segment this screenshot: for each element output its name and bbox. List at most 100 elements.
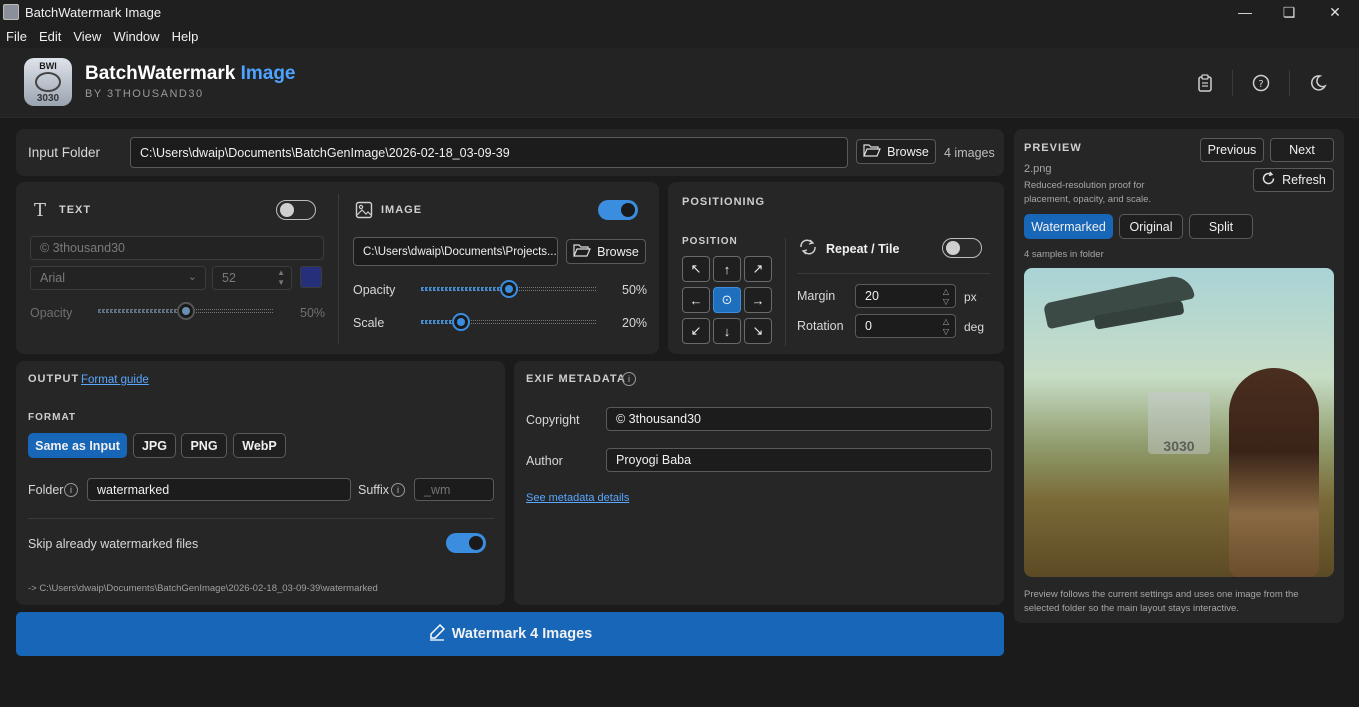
format-same-as-input[interactable]: Same as Input	[28, 433, 127, 458]
preview-footer: Preview follows the current settings and…	[1024, 589, 1299, 614]
app-icon	[3, 4, 19, 20]
output-folder-field[interactable]: watermarked	[87, 478, 351, 501]
format-webp[interactable]: WebP	[233, 433, 286, 458]
input-folder-label: Input Folder	[28, 145, 101, 160]
section-divider	[797, 273, 990, 274]
image-opacity-label: Opacity	[353, 283, 396, 297]
watermark-text-field[interactable]: © 3thousand30	[30, 236, 324, 260]
format-label: FORMAT	[28, 412, 77, 423]
position-top-left-button[interactable]: ↖	[682, 256, 710, 282]
position-bottom-right-button[interactable]: ↘	[744, 318, 772, 344]
samples-count: 4 samples in folder	[1024, 249, 1104, 260]
menu-view[interactable]: View	[67, 29, 107, 44]
suffix-label: Suffix	[358, 483, 390, 497]
spinner-icon[interactable]: △ ▽	[943, 317, 949, 337]
author-field[interactable]: Proyogi Baba	[606, 448, 992, 472]
refresh-button[interactable]: Refresh	[1253, 168, 1334, 192]
pen-icon	[428, 623, 446, 645]
menu-bar: File Edit View Window Help	[0, 24, 1359, 48]
text-opacity-value: 50%	[300, 306, 326, 320]
folder-open-icon	[863, 143, 882, 160]
logo-wheel-icon	[35, 71, 61, 92]
text-enable-toggle[interactable]	[276, 200, 316, 220]
format-png[interactable]: PNG	[181, 433, 227, 458]
margin-field[interactable]: 20 △ ▽	[855, 284, 956, 308]
spinner-icon[interactable]: △ ▽	[943, 287, 949, 307]
menu-edit[interactable]: Edit	[33, 29, 67, 44]
spinner-icon[interactable]: ▲ ▼	[277, 268, 285, 288]
close-icon[interactable]: ✕	[1312, 0, 1358, 24]
menu-help[interactable]: Help	[166, 29, 205, 44]
restore-icon[interactable]: ❏	[1266, 0, 1312, 24]
output-panel: OUTPUT Format guide FORMAT Same as Input…	[16, 361, 505, 605]
image-section-title: IMAGE	[381, 204, 423, 216]
app-brand: BatchWatermark Image	[85, 63, 296, 84]
minimize-icon[interactable]: —	[1222, 0, 1268, 24]
image-opacity-value: 50%	[622, 283, 648, 297]
font-select[interactable]: Arial ⌄	[30, 266, 206, 290]
preview-filename: 2.png	[1024, 163, 1052, 175]
image-scale-value: 20%	[622, 316, 648, 330]
refresh-icon	[1261, 171, 1276, 189]
image-browse-button[interactable]: Browse	[566, 239, 646, 264]
app-logo: BWI 3030	[24, 58, 72, 106]
skip-watermarked-label: Skip already watermarked files	[28, 537, 199, 551]
input-browse-button[interactable]: Browse	[856, 139, 936, 164]
font-size-field[interactable]: 52 ▲ ▼	[212, 266, 292, 290]
title-bar: BatchWatermark Image — ❏ ✕	[0, 0, 1359, 24]
menu-window[interactable]: Window	[107, 29, 165, 44]
watermark-source-panel: T TEXT © 3thousand30 Arial ⌄ 52 ▲ ▼ Opaci…	[16, 182, 659, 354]
previous-button[interactable]: Previous	[1200, 138, 1264, 162]
dark-mode-moon-icon[interactable]	[1307, 72, 1329, 94]
info-icon[interactable]: i	[64, 483, 78, 497]
rotation-field[interactable]: 0 △ ▽	[855, 314, 956, 338]
format-guide-link[interactable]: Format guide	[81, 374, 149, 386]
output-title: OUTPUT	[28, 373, 80, 385]
position-bottom-button[interactable]: ↓	[713, 318, 741, 344]
copyright-field[interactable]: © 3thousand30	[606, 407, 992, 431]
format-jpg[interactable]: JPG	[133, 433, 176, 458]
image-opacity-slider[interactable]	[421, 280, 596, 298]
folder-label: Folder	[28, 483, 64, 497]
positioning-title: POSITIONING	[682, 196, 766, 208]
menu-file[interactable]: File	[0, 29, 33, 44]
exif-title: EXIF METADATA	[526, 373, 626, 385]
margin-label: Margin	[797, 289, 836, 303]
skip-watermarked-toggle[interactable]	[446, 533, 486, 553]
text-color-swatch[interactable]	[300, 266, 322, 288]
text-opacity-slider[interactable]	[98, 302, 273, 320]
clipboard-icon[interactable]	[1194, 72, 1216, 94]
image-path-field[interactable]: C:\Users\dwaip\Documents\Projects...	[353, 237, 558, 266]
image-enable-toggle[interactable]	[598, 200, 638, 220]
section-divider	[338, 194, 339, 344]
repeat-tile-label: Repeat / Tile	[826, 242, 900, 256]
metadata-details-link[interactable]: See metadata details	[526, 492, 629, 504]
input-folder-path-field[interactable]: C:\Users\dwaip\Documents\BatchGenImage\2…	[130, 137, 848, 168]
info-icon[interactable]: i	[622, 372, 636, 386]
position-bottom-left-button[interactable]: ↙	[682, 318, 710, 344]
next-button[interactable]: Next	[1270, 138, 1334, 162]
tab-original[interactable]: Original	[1119, 214, 1183, 239]
position-top-button[interactable]: ↑	[713, 256, 741, 282]
margin-unit: px	[964, 290, 977, 304]
position-left-button[interactable]: ←	[682, 287, 710, 313]
position-label: POSITION	[682, 236, 738, 247]
app-header: BWI 3030 BatchWatermark Image BY 3THOUSA…	[0, 48, 1359, 118]
help-icon[interactable]: ?	[1250, 72, 1272, 94]
repeat-tile-toggle[interactable]	[942, 238, 982, 258]
header-divider	[1232, 70, 1233, 96]
position-right-button[interactable]: →	[744, 287, 772, 313]
position-center-button[interactable]: ⊙	[713, 287, 741, 313]
header-divider	[1289, 70, 1290, 96]
positioning-panel: POSITIONING POSITION ↖ ↑ ↗ ← ⊙ → ↙ ↓ ↘ Repeat / …	[668, 182, 1004, 354]
tab-split[interactable]: Split	[1189, 214, 1253, 239]
watermark-images-button[interactable]: Watermark 4 Images	[16, 612, 1004, 656]
tab-watermarked[interactable]: Watermarked	[1024, 214, 1113, 239]
info-icon[interactable]: i	[391, 483, 405, 497]
image-scale-slider[interactable]	[421, 313, 596, 331]
rotation-unit: deg	[964, 320, 985, 334]
preview-image: 3030	[1024, 268, 1334, 577]
suffix-field[interactable]	[414, 478, 494, 501]
app-byline: BY 3THOUSAND30	[85, 88, 204, 100]
position-top-right-button[interactable]: ↗	[744, 256, 772, 282]
